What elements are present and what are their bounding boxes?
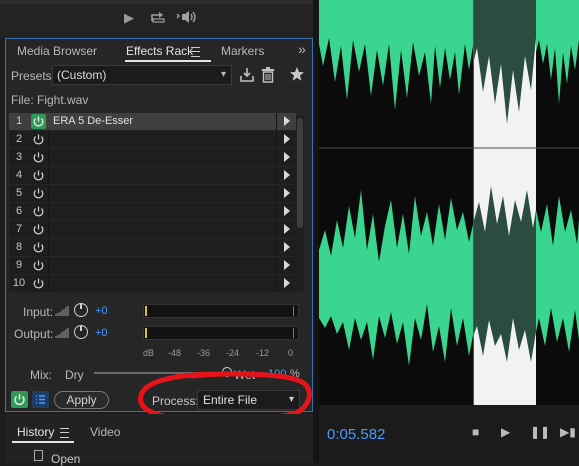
active-tab-indicator (125, 60, 211, 62)
power-icon[interactable] (31, 168, 46, 183)
rack-slot[interactable]: 10 (9, 275, 296, 292)
trash-icon[interactable] (261, 67, 275, 86)
move-playhead-icon[interactable]: ▶▮ (560, 425, 576, 439)
slot-menu-arrow-icon[interactable] (284, 188, 290, 198)
meter-scale-label: dB (143, 348, 155, 358)
slot-menu-arrow-icon[interactable] (284, 170, 290, 180)
input-meter (143, 304, 299, 318)
rack-slot[interactable]: 3 (9, 149, 296, 166)
apply-button[interactable]: Apply (54, 391, 109, 409)
slot-number: 7 (15, 223, 23, 235)
stop-icon[interactable]: ■ (472, 425, 479, 439)
slot-menu-arrow-icon[interactable] (284, 260, 290, 270)
power-icon (14, 394, 25, 406)
slot-menu-arrow-icon[interactable] (284, 134, 290, 144)
slot-number: 2 (15, 133, 23, 145)
save-preset-icon[interactable] (239, 67, 255, 86)
slot-number: 4 (15, 169, 23, 181)
input-gain-value[interactable]: +0 (95, 305, 108, 317)
effects-rack-list: 1 ERA 5 De-Esser 2 3 4 5 6 7 8 9 10 (9, 113, 296, 295)
power-icon[interactable] (31, 240, 46, 255)
tab-history[interactable]: History (17, 425, 54, 439)
mix-dry-label: Dry (65, 368, 84, 382)
presets-value: (Custom) (57, 68, 107, 82)
output-gain-value[interactable]: +0 (95, 327, 108, 339)
panel-tabs: Media Browser Effects Rack Markers » (6, 39, 312, 63)
slot-menu-arrow-icon[interactable] (284, 224, 290, 234)
rack-slot[interactable]: 5 (9, 185, 296, 202)
presets-label: Presets: (11, 69, 56, 83)
document-icon (34, 450, 43, 461)
output-label: Output: (14, 327, 54, 341)
rack-slot[interactable]: 7 (9, 221, 296, 238)
power-icon[interactable] (31, 132, 46, 147)
tab-effects-rack[interactable]: Effects Rack (126, 44, 193, 58)
play-icon[interactable]: ▶ (124, 10, 134, 26)
power-icon[interactable] (31, 204, 46, 219)
slot-number: 3 (15, 151, 23, 163)
tab-video[interactable]: Video (90, 425, 120, 439)
transport-strip: ▶ (0, 0, 313, 38)
panel-menu-icon[interactable] (191, 47, 200, 57)
input-label: Input: (23, 305, 54, 319)
favorite-star-icon[interactable] (289, 66, 305, 85)
chevron-down-icon: ▾ (220, 69, 226, 80)
power-icon[interactable] (31, 186, 46, 201)
slot-number: 6 (15, 205, 23, 217)
loop-icon[interactable] (150, 10, 166, 27)
effect-name: ERA 5 De-Esser (53, 115, 134, 127)
tab-markers[interactable]: Markers (221, 44, 264, 58)
output-meter (143, 326, 299, 340)
rack-power-button[interactable] (11, 391, 28, 408)
history-item[interactable]: Open (51, 452, 80, 466)
presets-dropdown[interactable]: (Custom) ▾ (52, 65, 232, 85)
skip-selection-icon[interactable] (176, 10, 198, 27)
more-tabs-icon[interactable]: » (298, 41, 306, 57)
rack-slot[interactable]: 4 (9, 167, 296, 184)
meter-scale-label: -24 (226, 348, 240, 358)
power-icon[interactable] (31, 150, 46, 165)
timecode-display[interactable]: 0:05.582 (327, 426, 385, 443)
power-icon[interactable] (31, 222, 46, 237)
meter-scale-label: -12 (256, 348, 270, 358)
active-tab-indicator (12, 441, 74, 443)
slot-number: 1 (15, 115, 23, 127)
show-list-button[interactable] (32, 391, 49, 408)
power-icon[interactable] (31, 276, 46, 291)
slot-number: 9 (15, 259, 23, 271)
slot-menu-arrow-icon[interactable] (284, 242, 290, 252)
play-icon[interactable]: ▶ (501, 425, 510, 439)
list-icon (36, 395, 45, 404)
pause-icon[interactable]: ❚❚ (530, 425, 550, 439)
file-name: File: Fight.wav (11, 93, 89, 107)
slot-menu-arrow-icon[interactable] (284, 206, 290, 216)
rack-scrollbar-thumb[interactable] (297, 118, 303, 228)
slot-number: 10 (12, 277, 26, 289)
mix-label: Mix: (30, 368, 52, 382)
slot-menu-arrow-icon[interactable] (284, 278, 290, 288)
rack-slot[interactable]: 2 (9, 131, 296, 148)
output-gain-knob[interactable] (74, 325, 88, 339)
power-icon[interactable] (31, 114, 46, 129)
history-menu-icon[interactable] (60, 428, 69, 438)
rack-slot[interactable]: 1 ERA 5 De-Esser (9, 113, 296, 130)
slot-menu-arrow-icon[interactable] (284, 116, 290, 126)
waveform-display[interactable] (319, 0, 579, 405)
input-level-icon (55, 305, 69, 320)
tab-media-browser[interactable]: Media Browser (17, 44, 97, 58)
output-level-icon (55, 327, 69, 342)
meter-scale-label: -48 (168, 348, 182, 358)
rack-slot[interactable]: 8 (9, 239, 296, 256)
rack-slot[interactable]: 6 (9, 203, 296, 220)
slot-menu-arrow-icon[interactable] (284, 152, 290, 162)
slot-number: 8 (15, 241, 23, 253)
rack-slot[interactable]: 9 (9, 257, 296, 274)
meter-scale-label: -36 (197, 348, 211, 358)
power-icon[interactable] (31, 258, 46, 273)
input-gain-knob[interactable] (74, 303, 88, 317)
meter-scale-label: 0 (288, 348, 294, 358)
slot-number: 5 (15, 187, 23, 199)
